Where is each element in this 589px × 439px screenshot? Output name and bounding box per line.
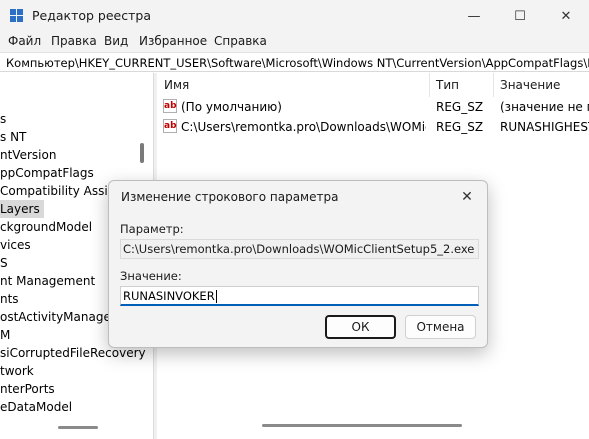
tree-item[interactable]: Compatibility Assist	[0, 182, 119, 200]
value-label: Значение:	[120, 269, 182, 283]
row-value[interactable]: (значение не присвоено)	[500, 97, 589, 117]
minimize-button[interactable]: —	[451, 0, 497, 32]
cancel-button[interactable]: Отмена	[405, 315, 476, 339]
tree-horizontal-scrollbar[interactable]	[58, 426, 98, 429]
tree-item[interactable]: nts	[0, 290, 19, 308]
menu-view[interactable]: Вид	[104, 34, 128, 48]
address-path[interactable]: Компьютер\HKEY_CURRENT_USER\Software\Mic…	[6, 56, 589, 70]
title-bar: Редактор реестра — ☐ ✕	[0, 0, 589, 32]
column-divider[interactable]	[493, 73, 494, 97]
parameter-name-field: C:\Users\remontka.pro\Downloads\WOMicCli…	[120, 239, 479, 259]
row-name[interactable]: C:\Users\remontka.pro\Downloads\WOMicC..…	[181, 117, 426, 137]
tree-item[interactable]: S	[0, 254, 8, 272]
tree-item[interactable]: ppCompatFlags	[0, 164, 94, 182]
regedit-app-icon	[10, 9, 24, 23]
row-type[interactable]: REG_SZ	[436, 97, 491, 117]
address-bar[interactable]: Компьютер\HKEY_CURRENT_USER\Software\Mic…	[0, 52, 589, 72]
tree-item[interactable]: M	[0, 326, 10, 344]
tree-item[interactable]: nt Management	[0, 272, 95, 290]
window-title: Редактор реестра	[32, 8, 151, 23]
maximize-button[interactable]: ☐	[497, 0, 543, 32]
dialog-title: Изменение строкового параметра	[121, 190, 339, 204]
ok-button[interactable]: ОК	[325, 315, 396, 339]
column-header-name[interactable]: Имя	[164, 73, 189, 97]
tree-item[interactable]: ntVersion	[0, 146, 56, 164]
tree-item[interactable]: s	[0, 110, 6, 128]
menu-favorites[interactable]: Избранное	[139, 34, 207, 48]
tree-item[interactable]: vices	[0, 236, 31, 254]
column-divider[interactable]	[429, 73, 430, 97]
value-data-text[interactable]: RUNASINVOKER	[123, 289, 215, 303]
dialog-close-button[interactable]: ✕	[457, 187, 477, 207]
menu-help[interactable]: Справка	[214, 34, 267, 48]
menu-edit[interactable]: Правка	[51, 34, 97, 48]
string-value-icon: ab	[163, 99, 177, 113]
row-type[interactable]: REG_SZ	[436, 117, 491, 137]
row-value[interactable]: RUNASHIGHEST	[500, 117, 589, 137]
tree-item-selected[interactable]: Layers	[0, 200, 44, 218]
list-horizontal-scrollbar[interactable]	[262, 424, 462, 427]
tree-item[interactable]: ostActivityManager	[0, 308, 116, 326]
column-header-type[interactable]: Тип	[436, 73, 459, 97]
tree-item[interactable]: ckgroundModel	[0, 218, 92, 236]
tree-item[interactable]: s NT	[0, 128, 26, 146]
menu-file[interactable]: Файл	[8, 34, 41, 48]
parameter-label: Параметр:	[120, 222, 184, 236]
tree-item[interactable]: nterPorts	[0, 380, 55, 398]
text-caret	[215, 290, 217, 303]
menu-bar: Файл Правка Вид Избранное Справка	[0, 32, 589, 52]
row-name[interactable]: (По умолчанию)	[181, 97, 426, 117]
string-value-icon: ab	[163, 119, 177, 133]
tree-item[interactable]: eDataModel	[0, 398, 72, 416]
close-button[interactable]: ✕	[543, 0, 589, 32]
column-header-value[interactable]: Значение	[500, 73, 560, 97]
value-data-input[interactable]: RUNASINVOKER	[120, 286, 479, 306]
edit-string-dialog: Изменение строкового параметра ✕ Парамет…	[108, 180, 488, 348]
tree-vertical-scrollbar[interactable]	[140, 143, 144, 163]
tree-item[interactable]: twork	[0, 362, 34, 380]
